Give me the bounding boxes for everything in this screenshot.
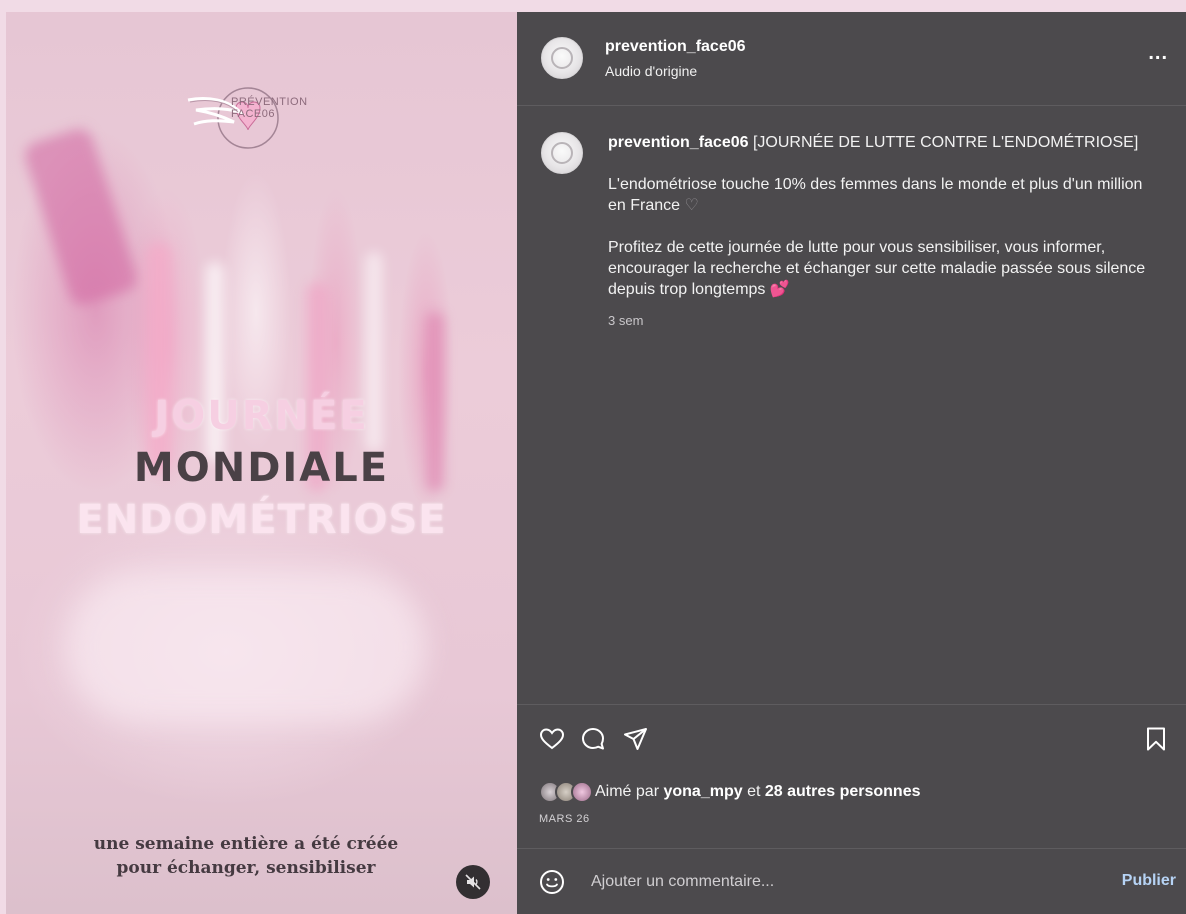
- comment-input[interactable]: [591, 869, 1091, 895]
- liker-avatars: [539, 781, 593, 803]
- headline-line3: ENDOMÉTRIOSE: [76, 497, 447, 543]
- instagram-post: PRÉVENTION FACE06 JOURNÉE MONDIALE ENDOM…: [6, 12, 1186, 914]
- post-side-panel: prevention_face06 Audio d'origine ... pr…: [517, 12, 1186, 914]
- liker-username[interactable]: yona_mpy: [663, 783, 742, 801]
- likes-connector: et: [747, 783, 761, 800]
- post-date[interactable]: MARS 26: [539, 813, 590, 825]
- headline-line1: JOURNÉE: [154, 393, 369, 439]
- bg-streak: [21, 125, 141, 309]
- logo-line2: FACE06: [231, 108, 275, 120]
- subtitle-line1: une semaine entière a été créée: [93, 834, 399, 854]
- caption-paragraph1: L'endométriose touche 10% des femmes dan…: [608, 174, 1163, 216]
- two-hearts-emoji-icon: 💕: [769, 281, 790, 298]
- post-actions: Aimé par yona_mpy et 28 autres personnes…: [517, 704, 1186, 849]
- comment-bar: Publier: [517, 849, 1186, 914]
- post-media[interactable]: PRÉVENTION FACE06 JOURNÉE MONDIALE ENDOM…: [6, 12, 517, 914]
- sparkle-emoji-icon: ♡: [684, 197, 699, 214]
- caption-paragraph2: Profitez de cette journée de lutte pour …: [608, 237, 1163, 300]
- caption-text: prevention_face06 [JOURNÉE DE LUTTE CONT…: [608, 132, 1163, 331]
- avatar: [571, 781, 593, 803]
- bg-streak: [66, 572, 426, 722]
- publish-button[interactable]: Publier: [1122, 872, 1176, 890]
- mute-button[interactable]: [456, 865, 490, 899]
- heart-outline-icon[interactable]: [538, 725, 566, 753]
- caption-username[interactable]: prevention_face06: [608, 134, 749, 151]
- speech-bubble-icon[interactable]: [579, 725, 607, 753]
- post-caption: prevention_face06 [JOURNÉE DE LUTTE CONT…: [517, 106, 1186, 704]
- avatar[interactable]: [541, 37, 583, 79]
- media-headline: JOURNÉE MONDIALE ENDOMÉTRIOSE: [6, 390, 517, 546]
- caption-timestamp[interactable]: 3 sem: [608, 310, 1163, 331]
- more-options-icon[interactable]: ...: [1148, 42, 1168, 65]
- caption-title-text: [JOURNÉE DE LUTTE CONTRE L'ENDOMÉTRIOSE]: [752, 134, 1139, 151]
- media-subtitle: une semaine entière a été créée pour éch…: [46, 832, 446, 880]
- avatar-mark: [551, 142, 573, 164]
- logo-text: PRÉVENTION FACE06: [231, 96, 308, 120]
- subtitle-line2: pour échanger, sensibiliser: [116, 858, 376, 878]
- likes-others[interactable]: 28 autres personnes: [765, 783, 921, 801]
- caption-title: prevention_face06 [JOURNÉE DE LUTTE CONT…: [608, 132, 1163, 153]
- caption-avatar[interactable]: [541, 132, 583, 174]
- paragraph2-text: Profitez de cette journée de lutte pour …: [608, 239, 1146, 298]
- likes-prefix: Aimé par: [595, 783, 660, 800]
- likes-summary[interactable]: Aimé par yona_mpy et 28 autres personnes: [539, 781, 921, 803]
- logo-line1: PRÉVENTION: [231, 96, 308, 108]
- avatar-mark: [551, 47, 573, 69]
- paper-plane-icon[interactable]: [622, 725, 650, 753]
- emoji-smile-icon[interactable]: [538, 868, 566, 896]
- headline-line2: MONDIALE: [133, 445, 390, 491]
- audio-label[interactable]: Audio d'origine: [605, 63, 697, 79]
- bookmark-icon[interactable]: [1142, 725, 1170, 753]
- speaker-muted-icon: [465, 874, 481, 890]
- post-header: prevention_face06 Audio d'origine ...: [517, 12, 1186, 106]
- header-username[interactable]: prevention_face06: [605, 38, 746, 56]
